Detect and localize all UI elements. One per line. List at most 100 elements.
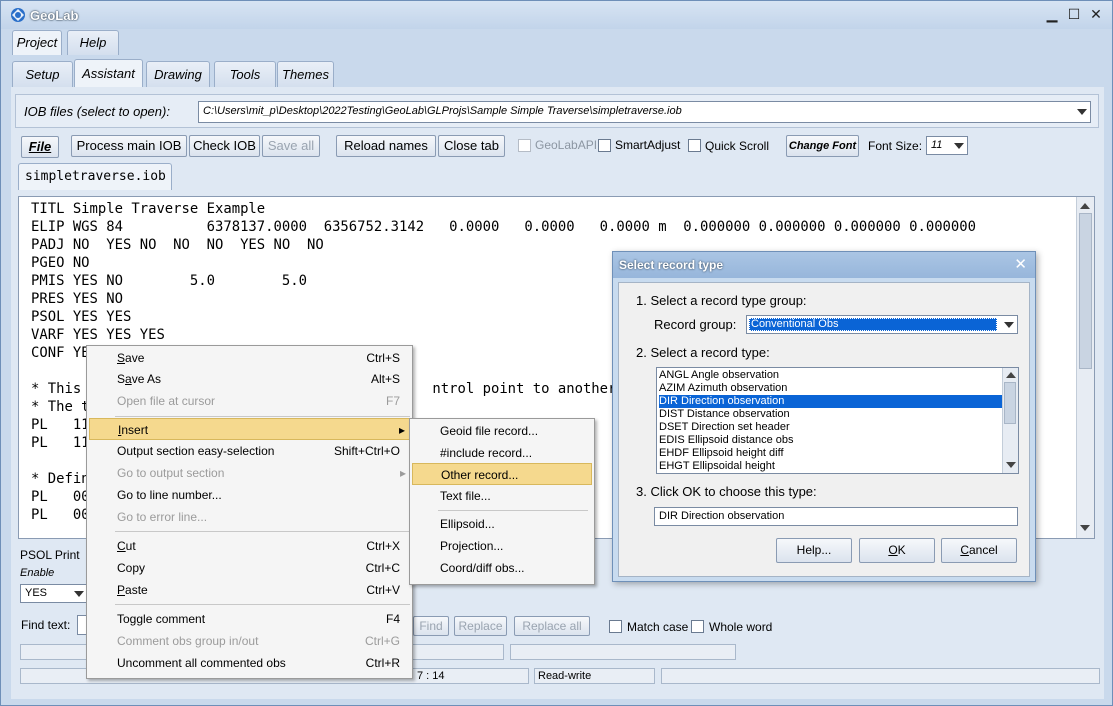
menu-item-paste[interactable]: Paste Ctrl+V [89,579,410,601]
insert-submenu: Geoid file record... #include record... … [409,418,595,585]
menu-help[interactable]: Help [67,30,119,55]
chevron-down-icon [954,142,964,149]
editor-scrollbar[interactable] [1076,197,1094,538]
record-group-select[interactable]: Conventional Obs [746,315,1018,334]
quick-scroll-checkbox[interactable] [688,139,701,152]
menu-item-insert[interactable]: Insert ▸ [89,418,410,440]
scroll-thumb[interactable] [1004,382,1016,424]
font-size-label: Font Size: [868,139,923,153]
geolab-logo-icon [11,8,25,22]
step2-label: 2. Select a record type: [636,345,770,360]
tab-simpletraverse[interactable]: simpletraverse.iob [18,163,172,190]
list-item[interactable]: DIST Distance observation [659,408,1002,421]
menu-separator [115,416,410,417]
tab-assistant[interactable]: Assistant [74,59,143,87]
tab-tools[interactable]: Tools [214,61,276,87]
geolabapi-checkbox[interactable] [518,139,531,152]
submenu-item-geoid-file-record[interactable]: Geoid file record... [412,420,592,442]
menu-item-save[interactable]: Save Ctrl+S [89,347,410,369]
submenu-item-text-file[interactable]: Text file... [412,485,592,507]
ok-button[interactable]: OK [859,538,935,563]
submenu-item-projection[interactable]: Projection... [412,535,592,557]
chevron-down-icon [1077,109,1087,115]
menu-item-go-to-error-line[interactable]: Go to error line... [89,506,410,528]
menu-item-comment-obs-group[interactable]: Comment obs group in/out Ctrl+G [89,630,410,652]
menu-item-cut[interactable]: Cut Ctrl+X [89,535,410,557]
list-item[interactable]: EDIS Ellipsoid distance obs [659,434,1002,447]
step1-label: 1. Select a record type group: [636,293,807,308]
menu-item-output-section-easy-selection[interactable]: Output section easy-selection Shift+Ctrl+… [89,440,410,462]
whole-word-checkbox[interactable] [691,620,704,633]
list-item-selected[interactable]: DIR Direction observation [659,395,1002,408]
replace-all-button[interactable]: Replace all [514,616,590,636]
maximize-icon[interactable]: ☐ [1064,6,1084,24]
window-title: GeoLab [30,8,79,23]
menu-project[interactable]: Project [12,30,62,55]
save-all-button[interactable]: Save all [262,135,320,157]
editor-context-menu: Save Ctrl+S Save As Alt+S Open file at cur… [86,345,413,679]
list-item[interactable]: EHDF Ellipsoid height diff [659,447,1002,460]
dialog-body: 1. Select a record type group: Record gr… [618,282,1030,577]
close-tab-button[interactable]: Close tab [438,135,505,157]
font-size-select[interactable]: 11 [926,136,968,155]
minimize-icon[interactable]: ▁ [1042,6,1062,24]
list-item[interactable]: DSET Direction set header [659,421,1002,434]
find-button[interactable]: Find [413,616,449,636]
close-icon[interactable]: ✕ [1014,255,1027,273]
tab-setup[interactable]: Setup [12,61,73,87]
chevron-down-icon [74,590,84,597]
reload-names-button[interactable]: Reload names [336,135,436,157]
menu-item-toggle-comment[interactable]: Toggle comment F4 [89,608,410,630]
list-scrollbar[interactable] [1002,368,1018,473]
whole-word-label: Whole word [709,620,773,634]
scroll-down-icon[interactable] [1080,525,1090,531]
check-iob-button[interactable]: Check IOB [189,135,260,157]
scroll-thumb[interactable] [1079,213,1092,369]
submenu-arrow-icon: ▸ [399,466,406,480]
find-text-label: Find text: [21,618,71,632]
chosen-type-value: DIR Direction observation [659,510,785,522]
tab-themes[interactable]: Themes [277,61,334,87]
iob-row: IOB files (select to open): C:\Users\mit… [15,94,1099,128]
close-icon[interactable]: ✕ [1086,6,1106,24]
list-item[interactable]: AZIM Azimuth observation [659,382,1002,395]
scroll-up-icon[interactable] [1080,203,1090,209]
submenu-item-coord-diff-obs[interactable]: Coord/diff obs... [412,557,592,579]
menu-item-go-to-line-number[interactable]: Go to line number... [89,484,410,506]
match-case-checkbox[interactable] [609,620,622,633]
dialog-title: Select record type [619,258,724,272]
file-button[interactable]: File [21,136,59,158]
submenu-item-other-record[interactable]: Other record... [412,463,592,485]
tab-drawing[interactable]: Drawing [146,61,210,87]
submenu-item-include-record[interactable]: #include record... [412,442,592,464]
menu-item-save-as[interactable]: Save As Alt+S [89,368,410,390]
cancel-button[interactable]: Cancel [941,538,1017,563]
scroll-up-icon[interactable] [1006,372,1016,378]
list-item[interactable]: ANGL Angle observation [659,369,1002,382]
psol-enable-select[interactable]: YES [20,584,88,603]
menu-item-uncomment-all[interactable]: Uncomment all commented obs Ctrl+R [89,652,410,674]
font-size-value: 11 [931,139,943,151]
iob-path: C:\Users\mit_p\Desktop\2022Testing\GeoLa… [203,105,682,117]
change-font-button[interactable]: Change Font [786,135,859,157]
submenu-item-ellipsoid[interactable]: Ellipsoid... [412,513,592,535]
scroll-down-icon[interactable] [1006,462,1016,468]
menu-item-go-to-output-section[interactable]: Go to output section ▸ [89,462,410,484]
read-write-status: Read-write [534,668,655,684]
process-main-iob-button[interactable]: Process main IOB [71,135,187,157]
record-group-label: Record group: [654,317,737,332]
progress-bar-secondary [510,644,736,660]
iob-file-select[interactable]: C:\Users\mit_p\Desktop\2022Testing\GeoLa… [198,101,1091,123]
menu-item-copy[interactable]: Copy Ctrl+C [89,557,410,579]
select-record-type-dialog: Select record type ✕ 1. Select a record … [612,251,1036,582]
menu-item-open-file-at-cursor[interactable]: Open file at cursor F7 [89,390,410,412]
smartadjust-checkbox[interactable] [598,139,611,152]
status-field [661,668,1100,684]
help-button[interactable]: Help... [776,538,852,563]
record-group-value: Conventional Obs [751,318,839,330]
step3-label: 3. Click OK to choose this type: [636,484,817,499]
list-item[interactable]: EHGT Ellipsoidal height [659,460,1002,473]
chosen-type-field[interactable]: DIR Direction observation [654,507,1018,526]
replace-button[interactable]: Replace [454,616,507,636]
record-type-list[interactable]: ANGL Angle observation AZIM Azimuth obse… [656,367,1019,474]
